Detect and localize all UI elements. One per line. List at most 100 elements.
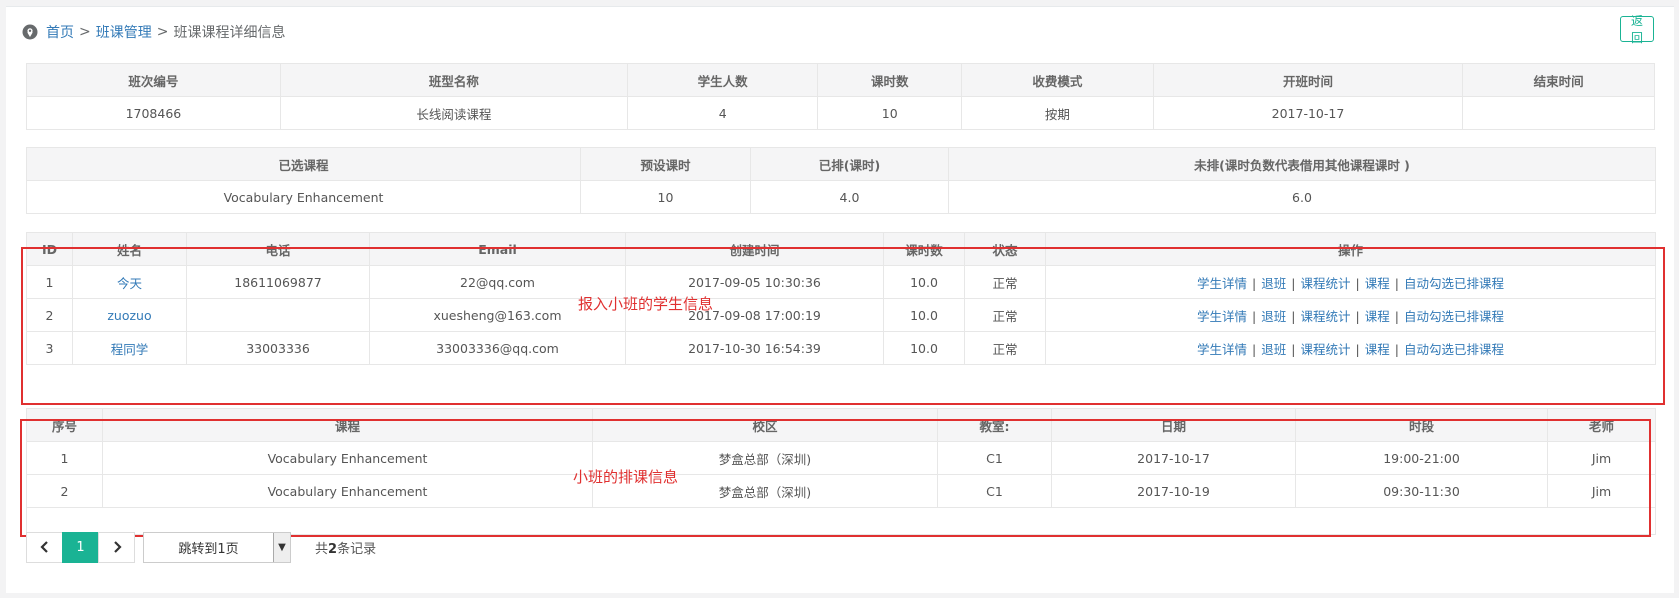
pagination: 1 跳转到1页 ▼ 共2条记录 bbox=[26, 531, 376, 563]
prev-page-button[interactable] bbox=[26, 531, 63, 563]
jump-to-page-select[interactable]: 跳转到1页 ▼ bbox=[143, 531, 291, 563]
class-info-table: 班次编号 班型名称 学生人数 课时数 收费模式 开班时间 结束时间 170846… bbox=[26, 63, 1655, 130]
student-detail-link[interactable]: 学生详情 bbox=[1197, 309, 1247, 324]
column-header: 课程 bbox=[102, 408, 593, 442]
action-separator: | bbox=[1355, 341, 1360, 357]
cell-teacher: Jim bbox=[1547, 441, 1656, 475]
auto-select-scheduled-link[interactable]: 自动勾选已排课程 bbox=[1404, 342, 1504, 357]
withdraw-link[interactable]: 退班 bbox=[1261, 276, 1286, 291]
column-header: 班型名称 bbox=[279, 63, 628, 97]
action-separator: | bbox=[1252, 275, 1257, 291]
cell-scheduled-hours: 4.0 bbox=[750, 180, 949, 214]
withdraw-link[interactable]: 退班 bbox=[1261, 342, 1286, 357]
action-separator: | bbox=[1355, 275, 1360, 291]
cell-created-time: 2017-10-30 16:54:39 bbox=[625, 331, 884, 365]
total-records: 共2条记录 bbox=[315, 538, 376, 557]
breadcrumb-home-link[interactable]: 首页 bbox=[46, 22, 74, 42]
operations-cell: 学生详情 | 退班 | 课程统计 | 课程 | 自动勾选已排课程 bbox=[1045, 265, 1656, 299]
schedule-table: 序号 课程 校区 教室: 日期 时段 老师 1 Vocabulary Enhan… bbox=[26, 408, 1656, 535]
auto-select-scheduled-link[interactable]: 自动勾选已排课程 bbox=[1404, 276, 1504, 291]
column-header: 操作 bbox=[1045, 232, 1656, 266]
cell-preset-hours: 10 bbox=[580, 180, 751, 214]
cell-id: 1 bbox=[26, 265, 73, 299]
student-name-link[interactable]: 程同学 bbox=[111, 342, 149, 357]
action-separator: | bbox=[1291, 275, 1296, 291]
table-row: 1 Vocabulary Enhancement 梦盒总部（深圳) C1 201… bbox=[26, 441, 1656, 475]
next-page-button[interactable] bbox=[98, 531, 135, 563]
breadcrumb-class-management-link[interactable]: 班课管理 bbox=[96, 22, 152, 42]
breadcrumb-current: 班课课程详细信息 bbox=[173, 25, 286, 41]
student-detail-link[interactable]: 学生详情 bbox=[1197, 276, 1247, 291]
students-table: ID 姓名 电话 Email 创建时间 课时数 状态 操作 1 今天 18611… bbox=[26, 232, 1656, 365]
students-annotation: 报入小班的学生信息 bbox=[578, 295, 714, 313]
cell-phone bbox=[186, 298, 370, 332]
action-separator: | bbox=[1394, 308, 1399, 324]
cell-student-count: 4 bbox=[626, 96, 819, 130]
table-row: 2 zuozuo xuesheng@163.com 2017-09-08 17:… bbox=[26, 298, 1656, 332]
cell-status: 正常 bbox=[964, 265, 1046, 299]
column-header: 状态 bbox=[964, 232, 1046, 266]
cell-fee-mode: 按期 bbox=[961, 96, 1154, 130]
action-separator: | bbox=[1252, 341, 1257, 357]
column-header: 时段 bbox=[1295, 408, 1548, 442]
schedule-annotation: 小班的排课信息 bbox=[573, 468, 679, 486]
cell-time-slot: 09:30-11:30 bbox=[1295, 474, 1548, 508]
course-link[interactable]: 课程 bbox=[1365, 309, 1390, 324]
action-separator: | bbox=[1252, 308, 1257, 324]
column-header: 已选课程 bbox=[26, 147, 581, 181]
operations-cell: 学生详情 | 退班 | 课程统计 | 课程 | 自动勾选已排课程 bbox=[1045, 298, 1656, 332]
breadcrumb: 首页 > 班课管理 > 班课课程详细信息 bbox=[22, 22, 285, 42]
cell-phone: 18611069877 bbox=[186, 265, 370, 299]
course-stats-link[interactable]: 课程统计 bbox=[1300, 342, 1350, 357]
cell-end-date bbox=[1462, 96, 1655, 130]
student-name-link[interactable]: 今天 bbox=[117, 276, 142, 291]
back-button[interactable]: 返回 bbox=[1620, 14, 1654, 45]
column-header: ID bbox=[26, 232, 73, 266]
chevron-left-icon bbox=[39, 541, 48, 553]
cell-time-slot: 19:00-21:00 bbox=[1295, 441, 1548, 475]
table-header-row: 已选课程 预设课时 已排(课时) 未排(课时负数代表借用其他课程课时 ) bbox=[26, 147, 1656, 181]
course-stats-link[interactable]: 课程统计 bbox=[1300, 309, 1350, 324]
auto-select-scheduled-link[interactable]: 自动勾选已排课程 bbox=[1404, 309, 1504, 324]
table-header-row: ID 姓名 电话 Email 创建时间 课时数 状态 操作 bbox=[26, 232, 1656, 266]
column-header: 收费模式 bbox=[961, 63, 1154, 97]
column-header: 开班时间 bbox=[1152, 63, 1464, 97]
table-row: 1708466 长线阅读课程 4 10 按期 2017-10-17 bbox=[26, 96, 1655, 130]
table-header-row: 班次编号 班型名称 学生人数 课时数 收费模式 开班时间 结束时间 bbox=[26, 63, 1655, 97]
column-header: 结束时间 bbox=[1462, 63, 1655, 97]
column-header: 学生人数 bbox=[626, 63, 819, 97]
jump-to-page-label: 跳转到1页 bbox=[178, 541, 239, 557]
student-name-link[interactable]: zuozuo bbox=[107, 308, 151, 323]
course-link[interactable]: 课程 bbox=[1365, 342, 1390, 357]
breadcrumb-separator: > bbox=[79, 24, 91, 40]
course-stats-link[interactable]: 课程统计 bbox=[1300, 276, 1350, 291]
cell-class-number: 1708466 bbox=[26, 96, 281, 130]
cell-hours: 10.0 bbox=[883, 331, 965, 365]
chevron-down-icon: ▼ bbox=[273, 532, 290, 562]
page-number-button[interactable]: 1 bbox=[62, 531, 99, 563]
column-header: 创建时间 bbox=[625, 232, 884, 266]
cell-index: 2 bbox=[26, 474, 103, 508]
column-header: 课时数 bbox=[883, 232, 965, 266]
column-header: 课时数 bbox=[817, 63, 962, 97]
student-detail-link[interactable]: 学生详情 bbox=[1197, 342, 1247, 357]
cell-teacher: Jim bbox=[1547, 474, 1656, 508]
cell-course: Vocabulary Enhancement bbox=[102, 474, 593, 508]
column-header: 班次编号 bbox=[26, 63, 281, 97]
action-separator: | bbox=[1355, 308, 1360, 324]
table-header-row: 序号 课程 校区 教室: 日期 时段 老师 bbox=[26, 408, 1656, 442]
cell-date: 2017-10-19 bbox=[1051, 474, 1296, 508]
cell-classroom: C1 bbox=[937, 474, 1052, 508]
course-link[interactable]: 课程 bbox=[1365, 276, 1390, 291]
total-count: 2 bbox=[328, 541, 338, 557]
cell-course-name: Vocabulary Enhancement bbox=[26, 180, 581, 214]
cell-unscheduled-hours: 6.0 bbox=[948, 180, 1656, 214]
table-row: 2 Vocabulary Enhancement 梦盒总部（深圳) C1 201… bbox=[26, 474, 1656, 508]
cell-id: 3 bbox=[26, 331, 73, 365]
withdraw-link[interactable]: 退班 bbox=[1261, 309, 1286, 324]
column-header: 老师 bbox=[1547, 408, 1656, 442]
cell-phone: 33003336 bbox=[186, 331, 370, 365]
cell-email: 33003336@qq.com bbox=[369, 331, 626, 365]
cell-hours: 10 bbox=[817, 96, 962, 130]
column-header: Email bbox=[369, 232, 626, 266]
